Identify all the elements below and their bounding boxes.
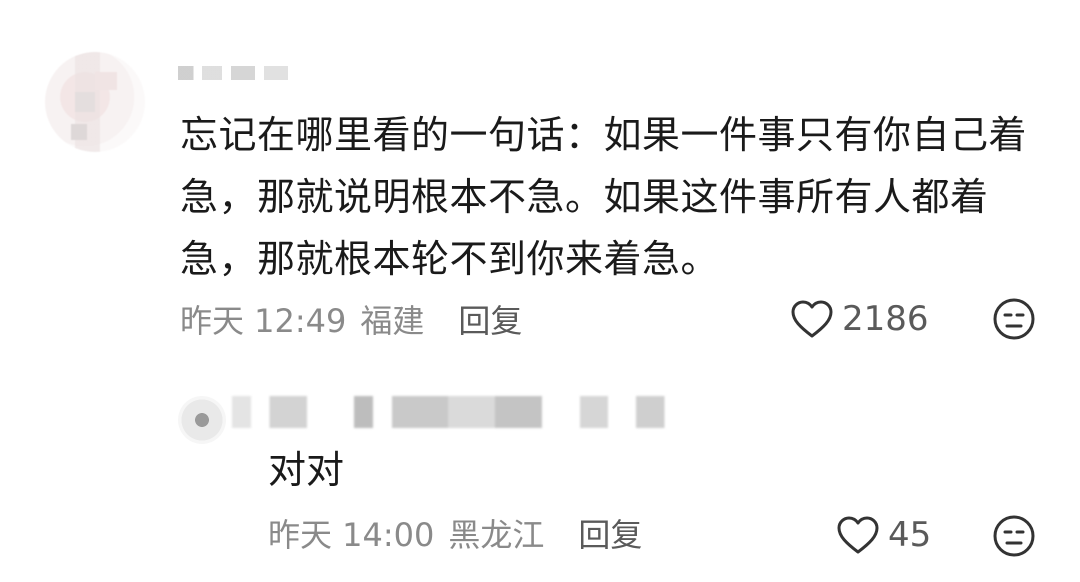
- comment-meta: 昨天 12:49 福建 回复: [180, 296, 536, 342]
- comment-reply-button[interactable]: 回复: [458, 296, 522, 342]
- heart-outline-icon: [837, 516, 879, 554]
- reply-time: 昨天 14:00: [268, 516, 435, 554]
- reply-text: 对对: [268, 448, 345, 492]
- comment-time: 昨天 12:49: [180, 302, 347, 340]
- reply-avatar[interactable]: [178, 396, 226, 444]
- comment-line: 忘记在哪里看的一句话：如果一件事只有你自己着: [180, 113, 1028, 157]
- reply-location: 黑龙江: [448, 516, 545, 554]
- neutral-face-icon[interactable]: [992, 514, 1036, 558]
- comment-like-button[interactable]: 2186: [790, 296, 929, 342]
- reply-username-blurred[interactable]: [232, 396, 702, 428]
- reply-meta: 昨天 14:00 黑龙江 回复: [268, 510, 656, 556]
- comment-like-count: 2186: [842, 299, 929, 339]
- reply-like-count: 45: [888, 515, 932, 555]
- reply-reply-button[interactable]: 回复: [578, 510, 642, 556]
- comment-text: 忘记在哪里看的一句话：如果一件事只有你自己着 急，那就说明根本不急。如果这件事所…: [180, 104, 1040, 290]
- commenter-username-blurred[interactable]: [178, 66, 288, 80]
- neutral-face-icon[interactable]: [992, 297, 1036, 341]
- heart-outline-icon: [791, 300, 833, 338]
- comment-line: 急，那就说明根本不急。如果这件事所有人都着: [180, 175, 989, 219]
- reply-like-button[interactable]: 45: [836, 512, 931, 558]
- comment-location: 福建: [360, 302, 425, 340]
- commenter-avatar[interactable]: [45, 52, 145, 152]
- comment-line: 急，那就根本轮不到你来着急。: [180, 237, 720, 281]
